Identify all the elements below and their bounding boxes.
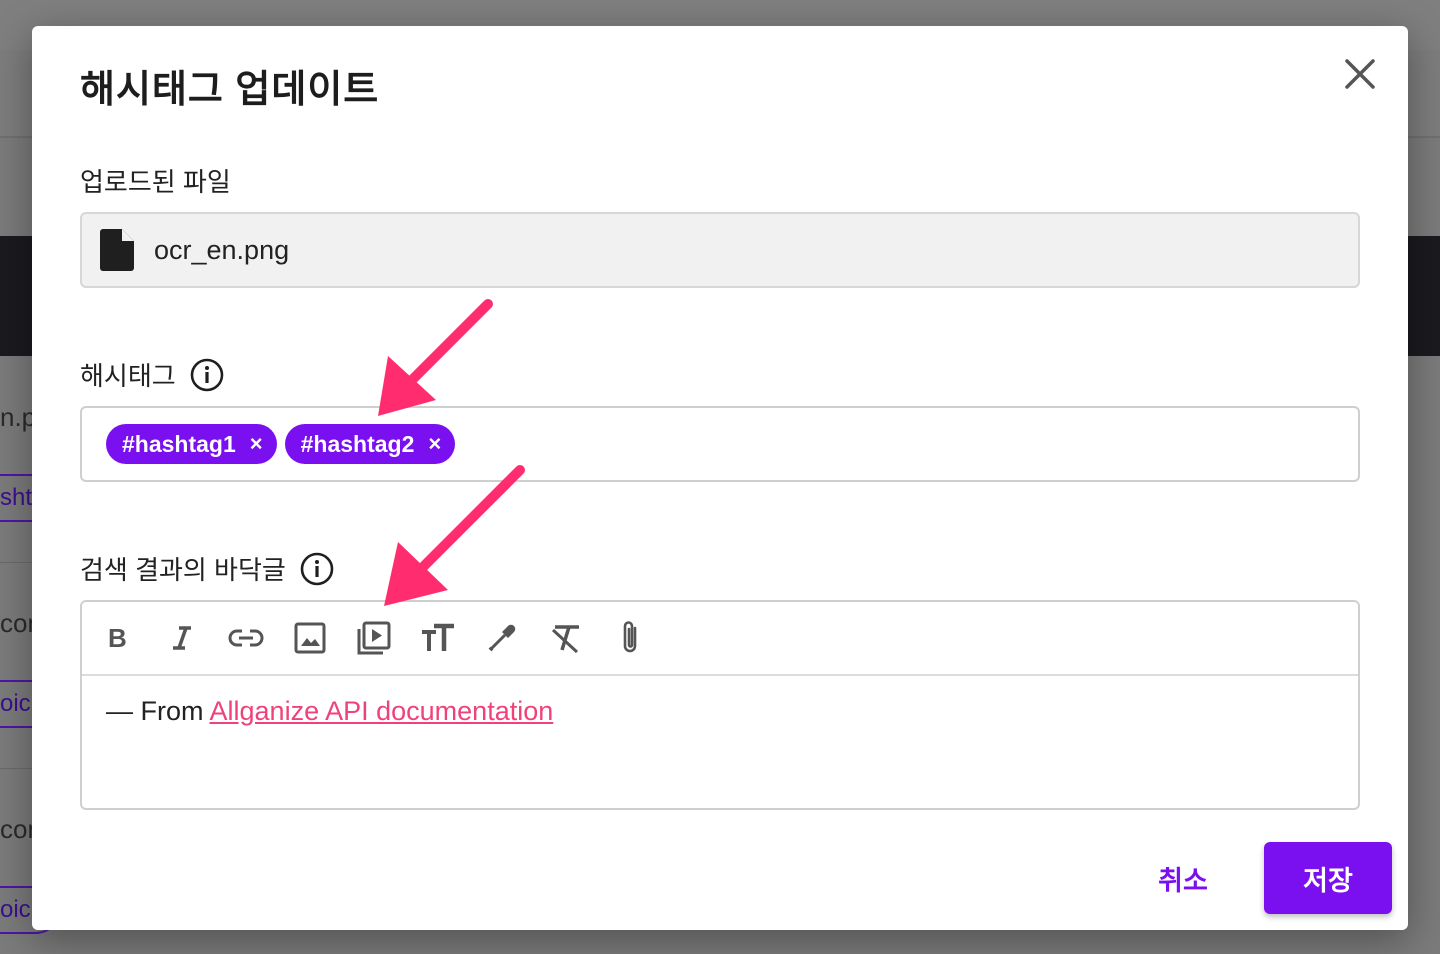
- video-button[interactable]: [356, 620, 392, 656]
- image-button[interactable]: [292, 620, 328, 656]
- bold-icon: B: [108, 624, 127, 652]
- dialog-title: 해시태그 업데이트: [80, 69, 380, 111]
- clear-format-icon: [551, 625, 579, 654]
- link-button[interactable]: [228, 620, 264, 656]
- file-icon: [100, 229, 134, 271]
- footer-text-label-text: 검색 결과의 바닥글: [80, 555, 286, 585]
- uploaded-file-label: 업로드된 파일: [80, 162, 231, 199]
- uploaded-file-field: ocr_en.png: [80, 212, 1360, 288]
- close-button[interactable]: [1342, 56, 1378, 92]
- footer-text-label: 검색 결과의 바닥글: [80, 550, 334, 587]
- hashtag-chip-label: #hashtag1: [122, 430, 236, 457]
- video-icon: [357, 621, 391, 655]
- attachment-icon: [623, 621, 637, 653]
- image-icon: [294, 622, 326, 654]
- svg-text:B: B: [108, 624, 127, 652]
- bold-button[interactable]: B: [100, 620, 136, 656]
- hashtag-input[interactable]: #hashtag1 × #hashtag2 ×: [80, 406, 1360, 482]
- link-icon: [228, 629, 264, 647]
- hashtag-label: 해시태그: [80, 356, 224, 393]
- color-picker-button[interactable]: [484, 620, 520, 656]
- hashtag-label-text: 해시태그: [80, 361, 176, 391]
- cancel-button[interactable]: 취소: [1142, 854, 1224, 902]
- color-picker-icon: [488, 624, 516, 652]
- save-button[interactable]: 저장: [1264, 842, 1392, 914]
- text-size-icon: [422, 623, 454, 651]
- remove-hashtag-button[interactable]: ×: [428, 433, 441, 455]
- documentation-link[interactable]: Allganize API documentation: [210, 696, 554, 726]
- clear-format-button[interactable]: [548, 620, 584, 656]
- footer-text-prefix: — From: [106, 696, 210, 726]
- italic-icon: [173, 626, 191, 650]
- hashtag-chip: #hashtag1 ×: [106, 424, 277, 464]
- text-size-button[interactable]: [420, 620, 456, 656]
- close-icon: [1345, 59, 1375, 89]
- attachment-button[interactable]: [612, 620, 648, 656]
- hashtag-chip: #hashtag2 ×: [284, 424, 456, 464]
- background-row-text: n.p: [0, 402, 37, 432]
- editor-toolbar: B: [82, 602, 1358, 676]
- remove-hashtag-button[interactable]: ×: [250, 433, 263, 455]
- hashtag-update-dialog: 해시태그 업데이트 업로드된 파일 ocr_en.png 해시태그 #hasht…: [32, 26, 1408, 930]
- footer-text-editor: B — From Allganize API documentation: [80, 600, 1360, 810]
- info-icon[interactable]: [300, 552, 334, 586]
- file-name: ocr_en.png: [154, 234, 290, 265]
- uploaded-file-label-text: 업로드된 파일: [80, 167, 231, 197]
- editor-content[interactable]: — From Allganize API documentation: [82, 676, 1358, 747]
- info-icon[interactable]: [190, 358, 224, 392]
- hashtag-chip-label: #hashtag2: [300, 430, 415, 457]
- italic-button[interactable]: [164, 620, 200, 656]
